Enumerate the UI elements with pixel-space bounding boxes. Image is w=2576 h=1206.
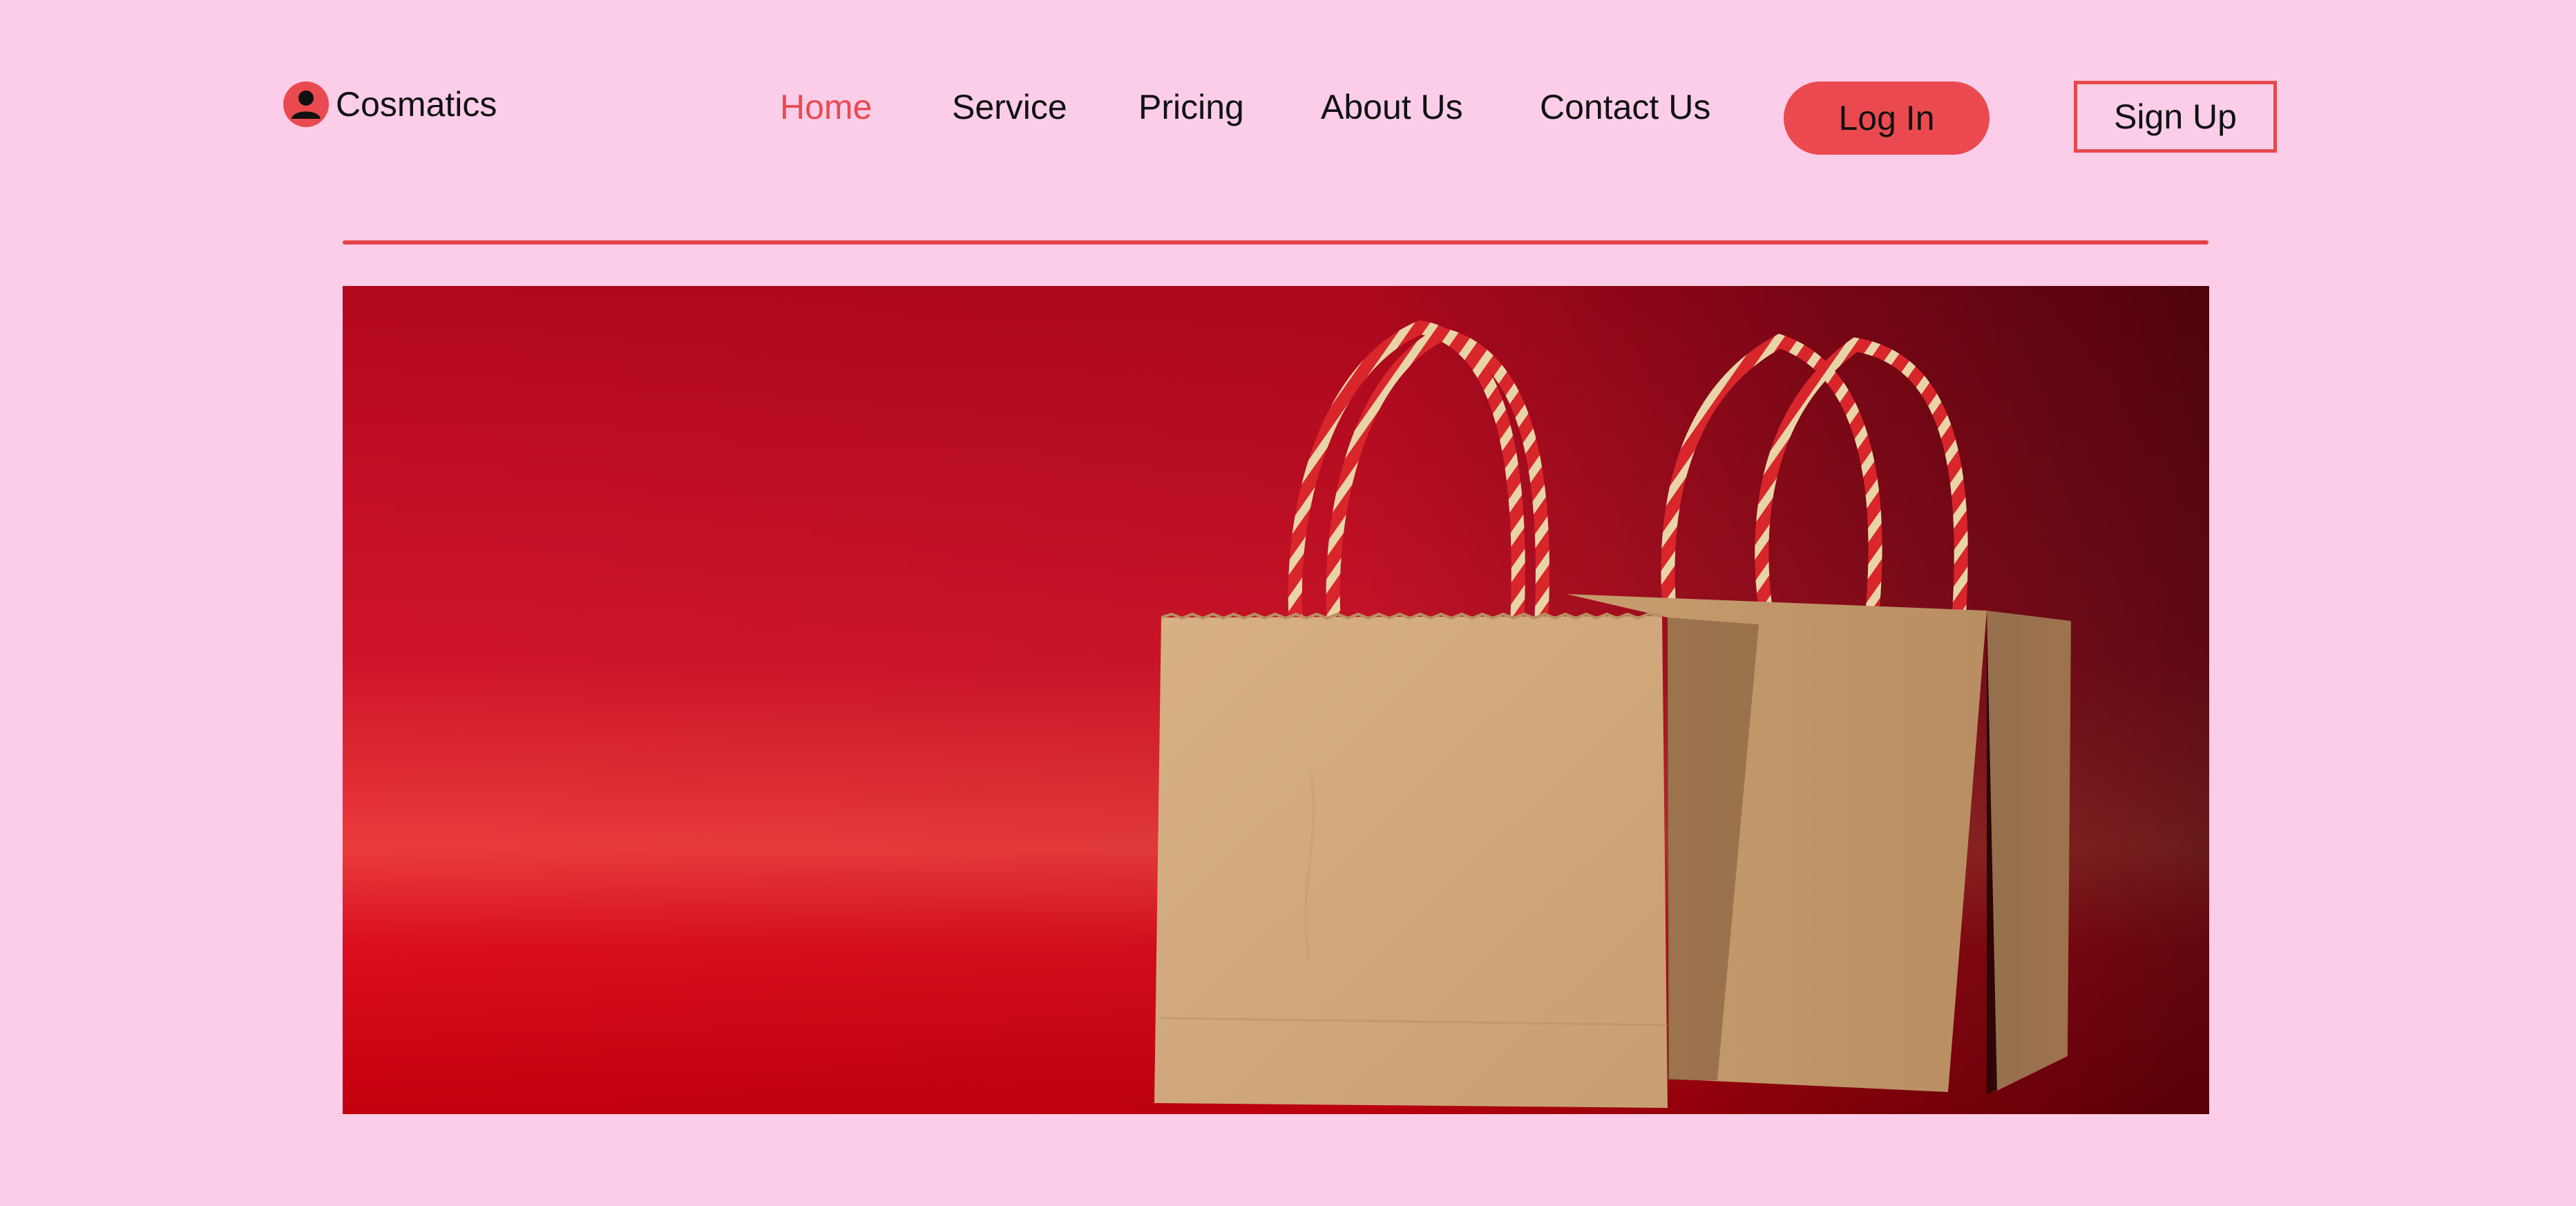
brand-name: Cosmatics (336, 85, 497, 124)
signup-button-label: Sign Up (2114, 97, 2237, 136)
nav-pricing[interactable]: Pricing (1138, 83, 1244, 131)
user-avatar-icon (283, 82, 329, 127)
login-button[interactable]: Log In (1784, 82, 1990, 155)
shopping-bags-photo (343, 286, 2209, 1114)
signup-button[interactable]: Sign Up (2074, 81, 2277, 153)
nav-contact-us[interactable]: Contact Us (1540, 83, 1710, 131)
brand-logo[interactable]: Cosmatics (283, 82, 497, 127)
hero-image (343, 286, 2209, 1114)
nav-home[interactable]: Home (780, 83, 872, 131)
nav-service[interactable]: Service (952, 83, 1067, 131)
nav-about-us[interactable]: About Us (1321, 83, 1463, 131)
login-button-label: Log In (1838, 99, 1935, 137)
header-divider (343, 240, 2208, 245)
